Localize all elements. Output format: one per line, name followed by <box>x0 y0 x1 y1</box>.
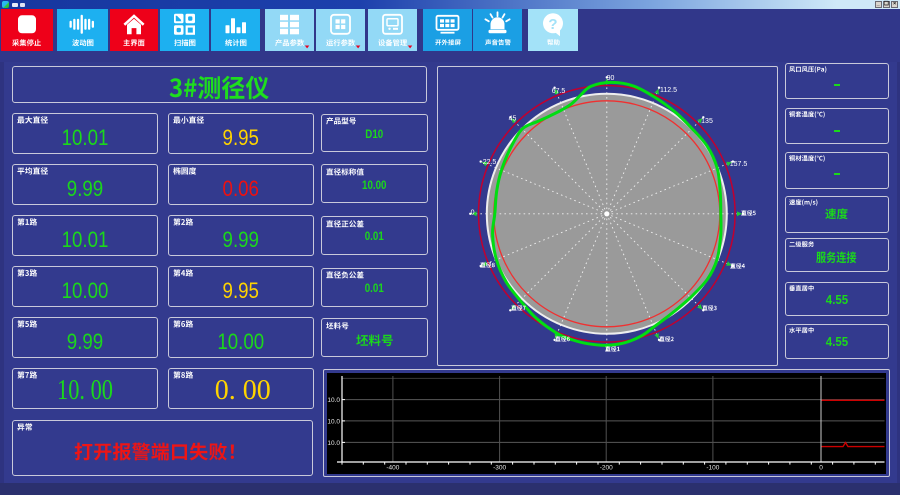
svg-text:-400: -400 <box>386 464 399 471</box>
svg-text:0: 0 <box>819 464 823 471</box>
svg-text:-200: -200 <box>600 464 613 471</box>
svg-text:10.0: 10.0 <box>327 397 340 404</box>
svg-text:10.0: 10.0 <box>327 419 340 426</box>
svg-text:10.0: 10.0 <box>327 440 340 447</box>
svg-text:-100: -100 <box>706 464 719 471</box>
svg-text:-300: -300 <box>493 464 506 471</box>
